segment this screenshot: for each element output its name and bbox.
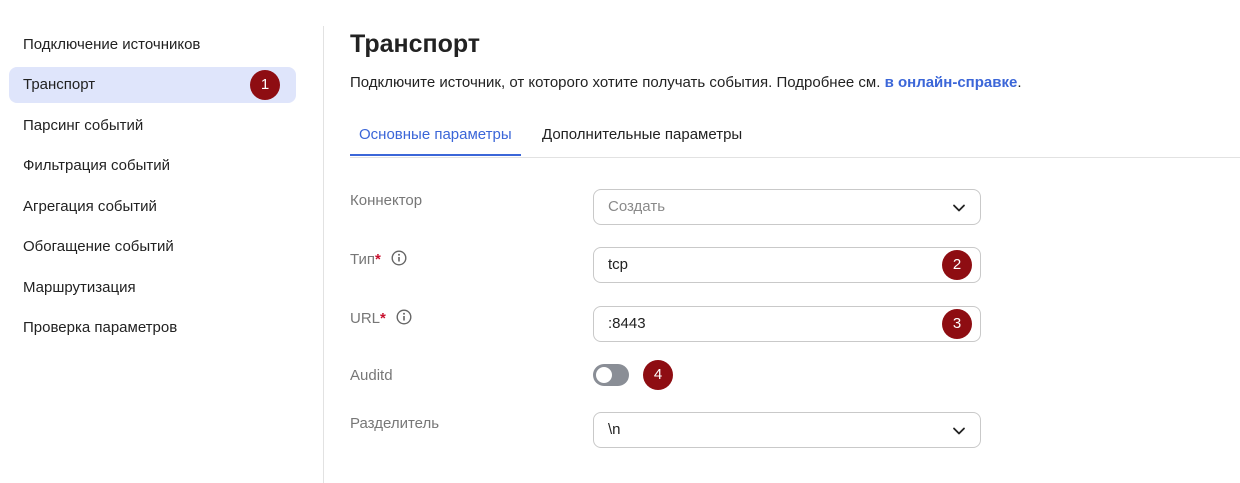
sidebar-item-filtering[interactable]: Фильтрация событий <box>9 148 296 184</box>
connector-label: Коннектор <box>350 192 423 209</box>
auditd-toggle[interactable] <box>593 364 629 386</box>
url-value: :8443 <box>608 315 646 332</box>
description-text: Подключите источник, от которого хотите … <box>350 74 885 91</box>
sidebar-item-transport[interactable]: Транспорт 1 <box>9 67 296 103</box>
tab-advanced[interactable]: Дополнительные параметры <box>542 116 742 156</box>
chevron-down-icon <box>953 427 965 435</box>
help-link[interactable]: в онлайн-справке <box>885 74 1018 91</box>
step-badge: 2 <box>942 250 972 280</box>
type-input[interactable]: tcp 2 <box>593 247 981 283</box>
sidebar-item-sources[interactable]: Подключение источников <box>9 27 296 63</box>
sidebar-item-aggregation[interactable]: Агрегация событий <box>9 189 296 225</box>
step-badge: 4 <box>643 360 673 390</box>
page-title: Транспорт <box>350 30 481 58</box>
auditd-label: Auditd <box>350 367 393 384</box>
url-label: URL* <box>350 309 412 327</box>
step-badge: 1 <box>250 70 280 100</box>
required-mark: * <box>380 310 386 327</box>
main-content: Транспорт Подключите источник, от которо… <box>350 0 1240 483</box>
step-badge: 3 <box>942 309 972 339</box>
sidebar-divider <box>323 26 324 483</box>
connector-placeholder: Создать <box>608 198 666 215</box>
toggle-knob <box>596 367 612 383</box>
type-value: tcp <box>608 256 629 273</box>
required-mark: * <box>375 251 381 268</box>
type-label: Тип* <box>350 250 407 268</box>
sidebar: Подключение источников Транспорт 1 Парси… <box>0 0 324 483</box>
type-label-text: Тип <box>350 251 376 268</box>
sidebar-item-check[interactable]: Проверка параметров <box>9 310 296 346</box>
page-description: Подключите источник, от которого хотите … <box>350 74 1022 91</box>
delimiter-label: Разделитель <box>350 415 440 432</box>
sidebar-item-routing[interactable]: Маршрутизация <box>9 270 296 306</box>
sidebar-item-enrichment[interactable]: Обогащение событий <box>9 229 296 265</box>
info-circle-icon[interactable] <box>391 250 407 266</box>
tabs: Основные параметры Дополнительные параме… <box>350 116 1240 158</box>
info-circle-icon[interactable] <box>396 309 412 325</box>
url-label-text: URL <box>350 310 381 327</box>
delimiter-value: \n <box>608 421 621 438</box>
url-input[interactable]: :8443 3 <box>593 306 981 342</box>
description-end: . <box>1017 74 1022 91</box>
sidebar-item-parsing[interactable]: Парсинг событий <box>9 108 296 144</box>
chevron-down-icon <box>953 204 965 212</box>
delimiter-select[interactable]: \n <box>593 412 981 448</box>
sidebar-item-label: Транспорт <box>23 76 96 93</box>
connector-select[interactable]: Создать <box>593 189 981 225</box>
tab-basic[interactable]: Основные параметры <box>350 116 521 156</box>
